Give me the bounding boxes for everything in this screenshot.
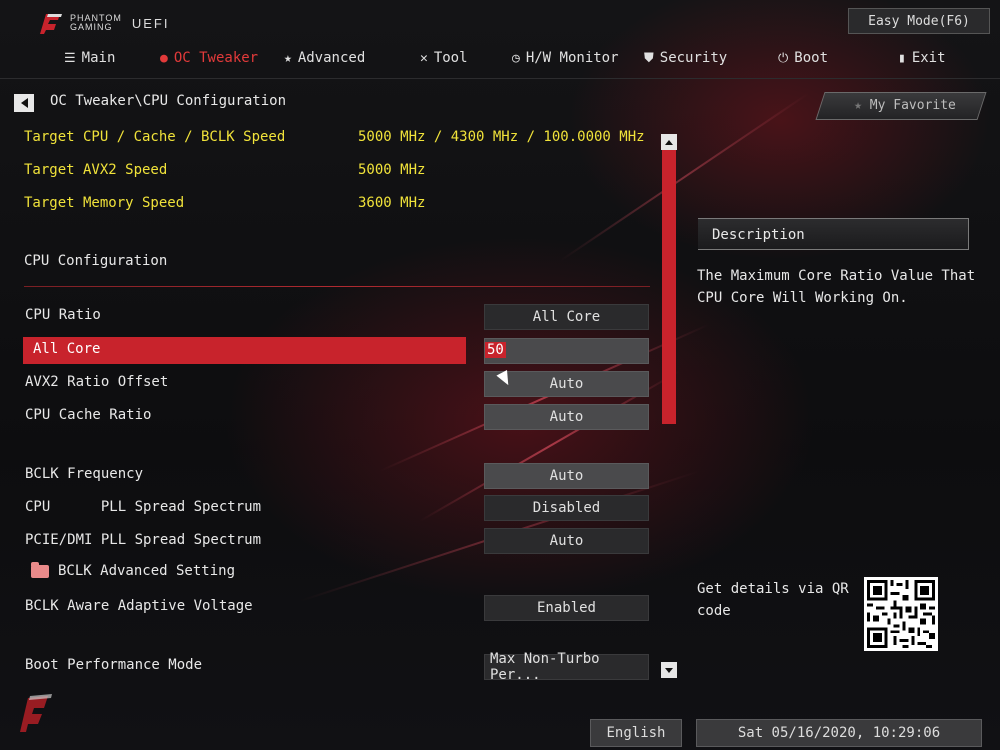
pcie-dmi-pll-spread-select[interactable]: Auto [484,528,649,554]
brand-name: PHANTOM GAMING [70,14,122,32]
tab-tool[interactable]: ✕ Tool [420,50,468,66]
tab-tool-label: Tool [433,50,468,66]
boot-performance-mode-select[interactable]: Max Non-Turbo Per... [484,651,649,683]
all-core-value[interactable]: 50 [485,342,506,358]
phantom-gaming-logo-icon [40,14,62,34]
my-favorite-label: ★ My Favorite [830,98,980,113]
tab-exit[interactable]: ▮ Exit [898,50,946,66]
easy-mode-button[interactable]: Easy Mode(F6) [848,8,990,34]
tab-security-label: Security [659,50,728,66]
qr-details-text: Get details via QR code [697,581,849,619]
my-favorite-text: My Favorite [869,98,956,113]
scroll-down-button[interactable] [661,662,677,678]
phantom-gaming-logo: PHANTOM GAMING UEFI [36,10,169,36]
list-icon: ☰ [64,50,76,66]
qr-code-icon [864,577,938,651]
cpu-ratio-select[interactable]: All Core [484,304,649,330]
monitor-gauge-icon: ◷ [512,50,520,66]
scroll-up-button[interactable] [661,134,677,150]
cpu-cache-ratio-select[interactable]: Auto [484,404,649,430]
tab-main-label: Main [81,50,116,66]
scrollbar-thumb[interactable] [662,150,676,424]
arrow-up-icon [665,139,673,145]
bclk-advanced-setting-link[interactable]: BCLK Advanced Setting [58,563,235,579]
tab-main[interactable]: ☰ Main [64,50,115,66]
brand-line-2: GAMING [70,22,113,32]
tab-oc-tweaker[interactable]: ● OC Tweaker [160,50,258,66]
back-arrow-icon [20,98,28,108]
all-core-input[interactable] [484,338,649,364]
shield-icon: ⛊ [644,50,654,66]
bclk-aware-adaptive-voltage-label[interactable]: BCLK Aware Adaptive Voltage [25,598,253,614]
uefi-label: UEFI [131,15,170,31]
folder-icon [31,562,49,578]
target-avx2-value: 5000 MHz [358,162,426,178]
tools-icon: ✕ [420,50,428,66]
pcie-dmi-pll-spread-label[interactable]: PCIE/DMI PLL Spread Spectrum [25,532,261,548]
phantom-gaming-emblem-icon [20,694,52,732]
tab-boot-label: Boot [794,50,829,66]
cpu-ratio-label[interactable]: CPU Ratio [25,307,101,323]
target-memory-value: 3600 MHz [358,195,426,211]
tab-hw-monitor[interactable]: ◷ H/W Monitor [512,50,619,66]
datetime-display: Sat 05/16/2020, 10:29:06 [696,719,982,747]
breadcrumb: OC Tweaker\CPU Configuration [50,93,287,109]
exit-door-icon: ▮ [898,50,906,66]
target-memory-label: Target Memory Speed [24,195,185,211]
section-divider [24,286,650,287]
tab-advanced[interactable]: ★ Advanced [284,50,365,66]
main-nav: ☰ Main ● OC Tweaker ★ Advanced ✕ Tool ◷ … [0,44,1000,78]
cpu-pll-spread-select[interactable]: Disabled [484,495,649,521]
section-title: CPU Configuration [24,253,168,269]
all-core-label[interactable]: All Core [33,341,100,357]
star-icon: ★ [284,50,292,66]
target-avx2-label: Target AVX2 Speed [24,162,168,178]
scrollbar[interactable] [661,134,677,680]
language-button[interactable]: English [590,719,682,747]
bclk-frequency-label[interactable]: BCLK Frequency [25,466,143,482]
tab-oc-tweaker-label: OC Tweaker [173,50,259,66]
cpu-cache-ratio-label[interactable]: CPU Cache Ratio [25,407,151,423]
avx2-ratio-offset-label[interactable]: AVX2 Ratio Offset [25,374,168,390]
back-button[interactable] [14,94,34,112]
star-icon: ★ [854,98,870,113]
bclk-frequency-select[interactable]: Auto [484,463,649,489]
bclk-aware-adaptive-voltage-select[interactable]: Enabled [484,595,649,621]
boot-performance-mode-label[interactable]: Boot Performance Mode [25,657,202,673]
flame-icon: ● [160,50,168,66]
power-icon: ⏻ [778,50,789,66]
description-title: Description [712,227,805,243]
my-favorite-button[interactable]: ★ My Favorite [806,86,990,126]
description-text: The Maximum Core Ratio Value That CPU Co… [697,268,976,306]
nav-divider [0,78,1000,79]
tab-exit-label: Exit [911,50,946,66]
target-cpu-value: 5000 MHz / 4300 MHz / 100.0000 MHz [358,129,645,145]
tab-security[interactable]: ⛊ Security [644,50,727,66]
tab-hw-monitor-label: H/W Monitor [525,50,619,66]
arrow-down-icon [665,667,673,673]
tab-boot[interactable]: ⏻ Boot [778,50,828,66]
target-cpu-label: Target CPU / Cache / BCLK Speed [24,129,286,145]
cpu-pll-spread-label[interactable]: CPU PLL Spread Spectrum [25,499,261,515]
tab-advanced-label: Advanced [297,50,366,66]
